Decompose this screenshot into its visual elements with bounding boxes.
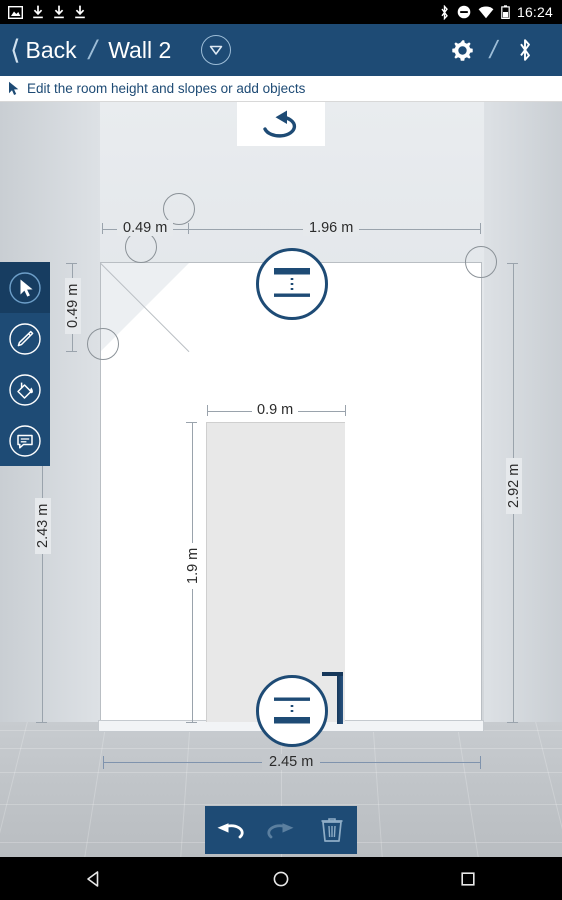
paint-bucket-icon	[9, 373, 41, 406]
wifi-icon	[478, 6, 494, 18]
circle-home-icon	[273, 871, 289, 886]
dim-tick	[480, 223, 481, 234]
status-bar-clock: 16:24	[516, 4, 553, 20]
nav-recents-button[interactable]	[439, 857, 497, 900]
undo-arrow-icon	[217, 823, 244, 839]
redo-button[interactable]	[259, 808, 303, 852]
tool-draw[interactable]	[0, 313, 50, 364]
chevron-left-icon: ⟨	[10, 34, 21, 65]
comment-icon	[9, 424, 41, 457]
image-icon	[8, 5, 23, 19]
do-not-disturb-icon	[457, 5, 471, 19]
wall-dropdown-button[interactable]	[201, 35, 232, 65]
nav-home-button[interactable]	[252, 857, 310, 900]
battery-icon	[501, 5, 510, 19]
dim-tick	[186, 722, 197, 723]
dim-label-right[interactable]: 2.92 m	[506, 457, 522, 514]
cursor-arrow-icon	[9, 271, 41, 304]
dim-label-door-width[interactable]: 0.9 m	[252, 402, 299, 418]
cursor-arrow-icon	[9, 81, 19, 95]
tool-note[interactable]	[0, 415, 50, 466]
dim-label-top-right[interactable]: 1.96 m	[303, 220, 360, 236]
undo-button[interactable]	[208, 808, 252, 852]
app-bar: ⟨ Back / Wall 2 /	[0, 24, 562, 76]
app-bar-actions: /	[445, 33, 562, 67]
triangle-back-icon	[86, 870, 98, 887]
door-swing-arc	[322, 672, 343, 676]
dim-label-left-upper[interactable]: 0.49 m	[65, 277, 81, 334]
chevron-down-circle-icon	[210, 45, 223, 55]
dim-label-bottom[interactable]: 2.45 m	[262, 754, 321, 770]
side-wall-right	[484, 102, 562, 762]
dim-label-door-height[interactable]: 1.9 m	[185, 542, 201, 589]
corner-handle[interactable]	[465, 246, 497, 278]
download-icon	[75, 5, 85, 19]
scene-canvas[interactable]: 0.49 m 1.96 m 0.49 m 2.43 m 2.92 m 0.9 m…	[0, 102, 562, 857]
wall-height-handle-bottom[interactable]	[256, 675, 328, 747]
height-resize-handle-icon	[274, 697, 310, 724]
action-bar	[205, 806, 357, 854]
square-recents-icon	[461, 871, 475, 886]
page-title: Wall 2	[108, 36, 172, 63]
tool-fill[interactable]	[0, 364, 50, 415]
gear-icon	[451, 39, 473, 61]
app-bar-separator: /	[487, 35, 501, 64]
door-object[interactable]	[206, 422, 345, 722]
redo-arrow-icon	[267, 823, 294, 839]
dim-label-top-left[interactable]: 0.49 m	[117, 220, 174, 236]
hint-bar: Edit the room height and slopes or add o…	[0, 76, 562, 102]
status-bar-right-icons: 16:24	[439, 4, 562, 20]
dim-tick	[345, 405, 346, 416]
tool-rail	[0, 262, 50, 466]
dim-tick	[66, 351, 77, 352]
wall-height-handle-top[interactable]	[256, 248, 328, 320]
door-jamb	[337, 672, 343, 724]
android-nav-bar	[0, 857, 562, 900]
dim-tick	[507, 722, 518, 723]
status-bar: 16:24	[0, 0, 562, 24]
nav-back-button[interactable]	[65, 857, 123, 900]
tool-select[interactable]	[0, 262, 50, 313]
bluetooth-button[interactable]	[508, 33, 542, 67]
dim-tick	[36, 722, 47, 723]
download-icon	[33, 5, 43, 19]
back-button[interactable]: ⟨ Back	[0, 34, 77, 65]
breadcrumb-separator: /	[85, 34, 100, 65]
download-icon	[54, 5, 64, 19]
status-bar-left-icons	[0, 5, 86, 19]
hint-text: Edit the room height and slopes or add o…	[27, 81, 306, 96]
bluetooth-icon	[520, 39, 530, 61]
dim-tick	[480, 756, 481, 769]
back-button-label: Back	[25, 36, 77, 63]
slope-handle[interactable]	[87, 328, 119, 360]
rotate-view-button[interactable]	[237, 102, 325, 146]
bluetooth-icon	[441, 4, 448, 20]
pencil-icon	[9, 322, 41, 355]
trash-icon	[321, 818, 343, 842]
delete-button[interactable]	[310, 808, 354, 852]
height-resize-handle-icon	[274, 268, 310, 297]
settings-button[interactable]	[445, 33, 479, 67]
rotate-left-icon	[263, 110, 297, 138]
dim-label-left-lower[interactable]: 2.43 m	[35, 497, 51, 554]
